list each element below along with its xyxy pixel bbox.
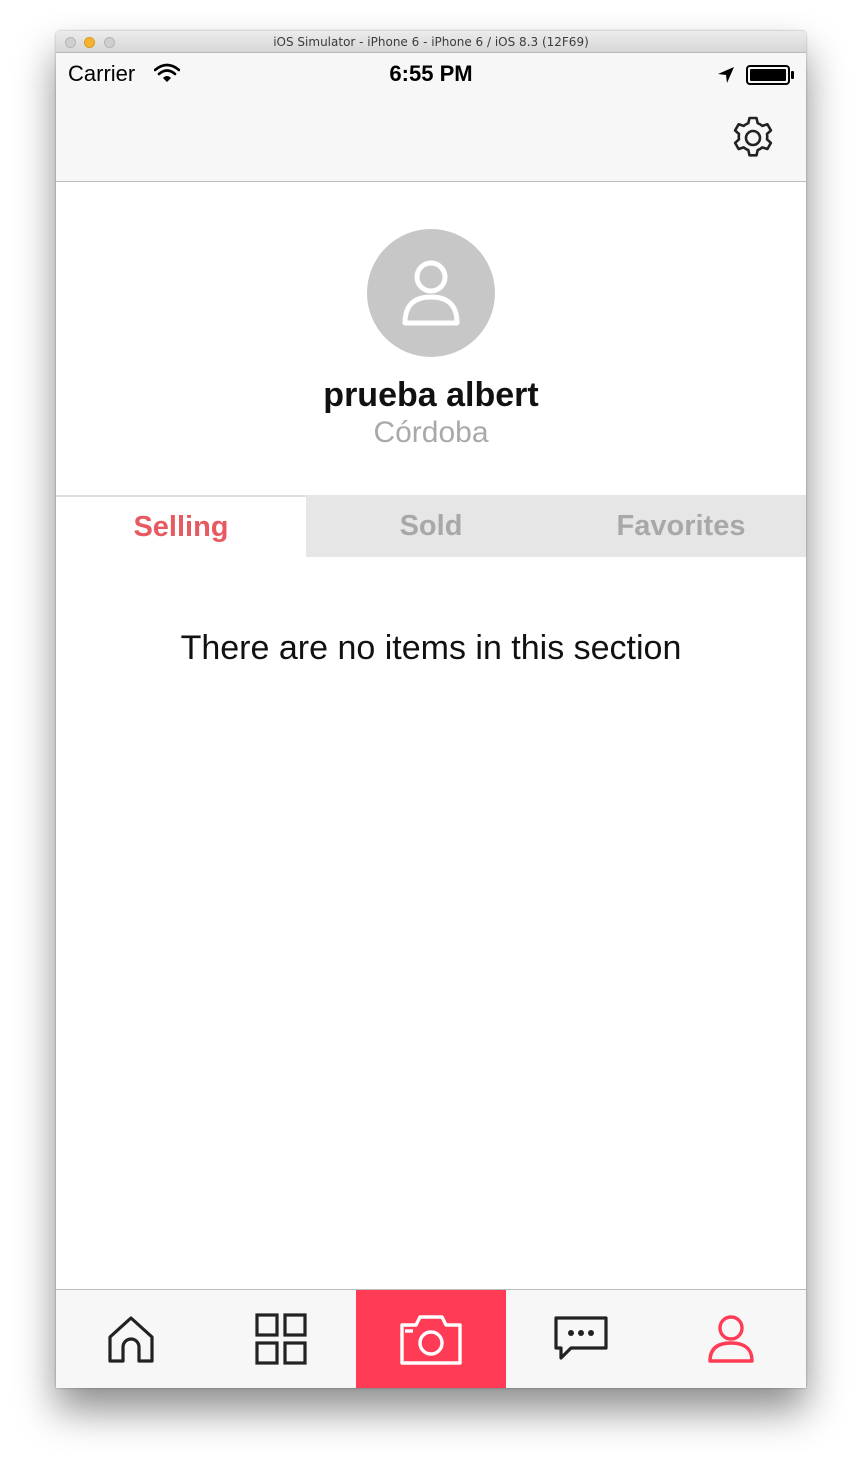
avatar[interactable] xyxy=(367,229,495,357)
gear-icon xyxy=(733,116,773,157)
bottom-tab-bar xyxy=(56,1289,806,1388)
tab-favorites[interactable]: Favorites xyxy=(556,495,806,557)
window-title: iOS Simulator - iPhone 6 - iPhone 6 / iO… xyxy=(273,35,589,49)
settings-button[interactable] xyxy=(728,113,778,163)
tab-sold[interactable]: Sold xyxy=(306,495,556,557)
profile-icon xyxy=(708,1315,754,1363)
home-icon xyxy=(108,1316,154,1363)
tabbar-profile[interactable] xyxy=(656,1290,806,1388)
empty-state-message: There are no items in this section xyxy=(180,629,682,667)
profile-header: prueba albert Córdoba xyxy=(56,182,806,495)
user-icon xyxy=(402,260,460,326)
profile-tabs: Selling Sold Favorites xyxy=(56,495,806,557)
profile-location: Córdoba xyxy=(373,416,489,449)
battery-icon xyxy=(746,65,794,85)
simulator-window: iOS Simulator - iPhone 6 - iPhone 6 / iO… xyxy=(56,31,806,1388)
tabbar-sell-camera[interactable] xyxy=(356,1290,506,1388)
device-screen: Carrier 6:55 PM prueba albert Córdoba Se… xyxy=(56,53,806,1388)
status-bar: Carrier 6:55 PM xyxy=(56,53,806,93)
tabbar-messages[interactable] xyxy=(506,1290,656,1388)
grid-icon xyxy=(255,1313,307,1365)
window-titlebar: iOS Simulator - iPhone 6 - iPhone 6 / iO… xyxy=(56,31,806,53)
profile-name: prueba albert xyxy=(323,376,539,414)
tabbar-categories[interactable] xyxy=(206,1290,356,1388)
status-time: 6:55 PM xyxy=(389,61,473,86)
location-arrow-icon xyxy=(718,67,734,83)
chat-icon xyxy=(554,1316,608,1360)
tabbar-home[interactable] xyxy=(56,1290,206,1388)
tab-selling[interactable]: Selling xyxy=(56,495,306,557)
camera-icon xyxy=(400,1315,462,1365)
navigation-bar xyxy=(56,93,806,182)
